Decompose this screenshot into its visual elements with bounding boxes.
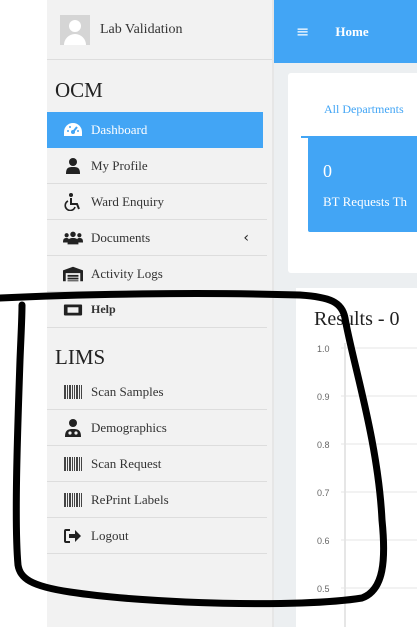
user-doctor-icon bbox=[63, 418, 83, 437]
sidebar-item-label: Documents bbox=[91, 229, 151, 245]
dashboard-panel: All Departments 0 BT Requests Th bbox=[288, 73, 417, 273]
users-icon bbox=[63, 229, 83, 247]
sidebar-item-label: Scan Samples bbox=[91, 383, 164, 399]
sidebar-item-label: Activity Logs bbox=[91, 265, 163, 281]
sidebar-item-ward-enquiry[interactable]: Ward Enquiry bbox=[47, 184, 267, 220]
tab-label: All Departments bbox=[324, 102, 404, 116]
top-navbar: ≡ Home bbox=[274, 0, 417, 63]
user-name: Lab Validation bbox=[100, 21, 183, 37]
y-tick-label: 0.9 bbox=[317, 392, 330, 402]
dashboard-icon bbox=[63, 121, 83, 139]
main-content: All Departments 0 BT Requests Th 1.0 0.9 0… bbox=[274, 63, 417, 627]
sidebar-item-reprint-labels[interactable]: RePrint Labels bbox=[47, 482, 267, 518]
sidebar-item-documents[interactable]: Documents ‹ bbox=[47, 220, 267, 256]
sign-out-icon bbox=[63, 527, 83, 545]
page-title: Home bbox=[335, 23, 369, 39]
results-chart-panel: 1.0 0.9 0.8 0.7 0.6 0.5 Results - 0 bbox=[296, 288, 417, 627]
sidebar-item-label: My Profile bbox=[91, 157, 148, 173]
sidebar-item-dashboard[interactable]: Dashboard bbox=[47, 112, 263, 148]
sidebar: Lab Validation OCM Dashboard My Profile … bbox=[47, 0, 274, 627]
y-tick-label: 0.8 bbox=[317, 440, 330, 450]
user-icon bbox=[63, 157, 83, 175]
hamburger-icon[interactable]: ≡ bbox=[296, 22, 309, 41]
sidebar-item-my-profile[interactable]: My Profile bbox=[47, 148, 267, 184]
card-count: 0 bbox=[323, 161, 332, 181]
y-tick-label: 1.0 bbox=[317, 344, 330, 354]
y-tick-label: 0.7 bbox=[317, 488, 330, 498]
sidebar-item-label: Scan Request bbox=[91, 455, 162, 471]
barcode-icon bbox=[63, 455, 83, 473]
sidebar-item-activity-logs[interactable]: Activity Logs bbox=[47, 256, 267, 292]
user-header: Lab Validation bbox=[47, 0, 274, 60]
avatar bbox=[60, 14, 90, 45]
sidebar-item-scan-samples[interactable]: Scan Samples bbox=[47, 374, 267, 410]
y-tick-label: 0.5 bbox=[317, 584, 330, 594]
wheelchair-icon bbox=[63, 192, 83, 211]
card-label: BT Requests Th bbox=[323, 194, 408, 209]
warehouse-icon bbox=[63, 265, 83, 283]
results-chart: 1.0 0.9 0.8 0.7 0.6 0.5 bbox=[317, 343, 417, 627]
bt-requests-card[interactable]: 0 BT Requests Th bbox=[308, 136, 417, 232]
sidebar-item-demographics[interactable]: Demographics bbox=[47, 410, 267, 446]
sidebar-item-label: Demographics bbox=[91, 419, 167, 435]
sidebar-item-label: Ward Enquiry bbox=[91, 193, 164, 209]
sidebar-item-scan-request[interactable]: Scan Request bbox=[47, 446, 267, 482]
chart-title: Results - 0 bbox=[314, 308, 400, 330]
sidebar-item-label: Help bbox=[91, 302, 116, 316]
sidebar-item-label: RePrint Labels bbox=[91, 491, 169, 507]
sidebar-item-logout[interactable]: Logout bbox=[47, 518, 267, 554]
chevron-left-icon[interactable]: ‹ bbox=[243, 230, 249, 246]
section-title-lims: LIMS bbox=[55, 345, 106, 369]
sidebar-item-help[interactable]: Help bbox=[47, 292, 267, 328]
sidebar-item-label: Dashboard bbox=[91, 122, 148, 137]
tab-all-departments[interactable]: All Departments bbox=[301, 102, 417, 138]
barcode-icon bbox=[63, 383, 83, 401]
barcode-icon bbox=[63, 491, 83, 509]
section-title-ocm: OCM bbox=[55, 78, 103, 102]
y-tick-label: 0.6 bbox=[317, 536, 330, 546]
sidebar-item-label: Logout bbox=[91, 527, 129, 543]
ticket-icon bbox=[63, 301, 83, 319]
